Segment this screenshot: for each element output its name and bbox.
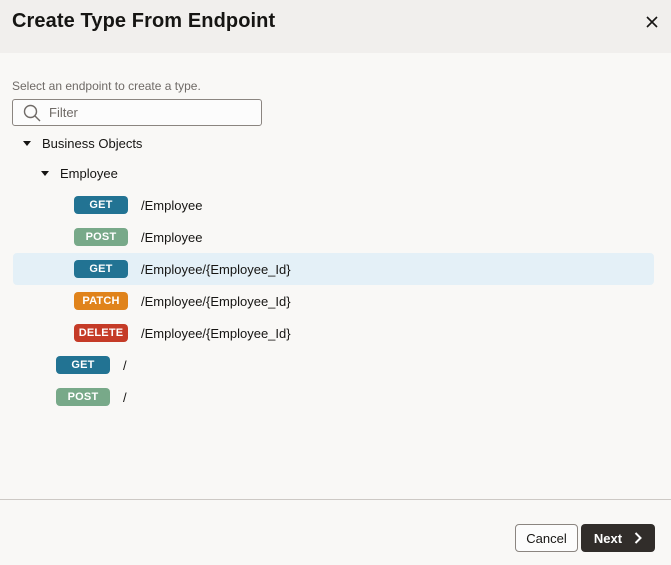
method-badge: DELETE — [74, 324, 128, 342]
tree-node-label: Business Objects — [42, 135, 143, 151]
cancel-label: Cancel — [526, 530, 567, 546]
caret-down-icon[interactable] — [23, 141, 31, 146]
endpoint-path: / — [123, 357, 127, 373]
instructions-text: Select an endpoint to create a type. — [12, 79, 201, 93]
endpoint-row[interactable]: POST /Employee — [13, 221, 654, 253]
filter-field[interactable] — [12, 99, 262, 126]
caret-down-icon[interactable] — [41, 171, 49, 176]
method-badge: POST — [56, 388, 110, 406]
endpoint-path: /Employee — [141, 197, 203, 213]
method-badge: POST — [74, 228, 128, 246]
next-button[interactable]: Next — [581, 524, 655, 552]
tree-node-employee[interactable]: Employee — [13, 157, 654, 189]
method-badge: PATCH — [74, 292, 128, 310]
endpoint-path: /Employee/{Employee_Id} — [141, 261, 291, 277]
dialog-header: Create Type From Endpoint — [0, 0, 671, 53]
endpoint-path: /Employee/{Employee_Id} — [141, 293, 291, 309]
close-button[interactable] — [641, 11, 663, 33]
tree-node-label: Employee — [60, 165, 118, 181]
method-badge: GET — [56, 356, 110, 374]
endpoint-row[interactable]: POST / — [13, 381, 654, 413]
endpoint-row[interactable]: GET / — [13, 349, 654, 381]
endpoint-row-selected[interactable]: GET /Employee/{Employee_Id} — [13, 253, 654, 285]
endpoint-path: / — [123, 389, 127, 405]
chevron-right-icon — [634, 532, 643, 544]
method-badge: GET — [74, 196, 128, 214]
endpoint-path: /Employee — [141, 229, 203, 245]
cancel-button[interactable]: Cancel — [515, 524, 578, 552]
method-badge: GET — [74, 260, 128, 278]
endpoint-path: /Employee/{Employee_Id} — [141, 325, 291, 341]
filter-input[interactable] — [49, 105, 249, 120]
close-icon — [646, 16, 658, 28]
endpoint-row[interactable]: DELETE /Employee/{Employee_Id} — [13, 317, 654, 349]
endpoint-row[interactable]: PATCH /Employee/{Employee_Id} — [13, 285, 654, 317]
dialog-title: Create Type From Endpoint — [12, 10, 276, 32]
tree-node-business-objects[interactable]: Business Objects — [13, 127, 654, 159]
search-icon — [23, 104, 41, 122]
footer-divider — [0, 499, 671, 500]
next-label: Next — [593, 530, 623, 546]
endpoint-row[interactable]: GET /Employee — [13, 189, 654, 221]
